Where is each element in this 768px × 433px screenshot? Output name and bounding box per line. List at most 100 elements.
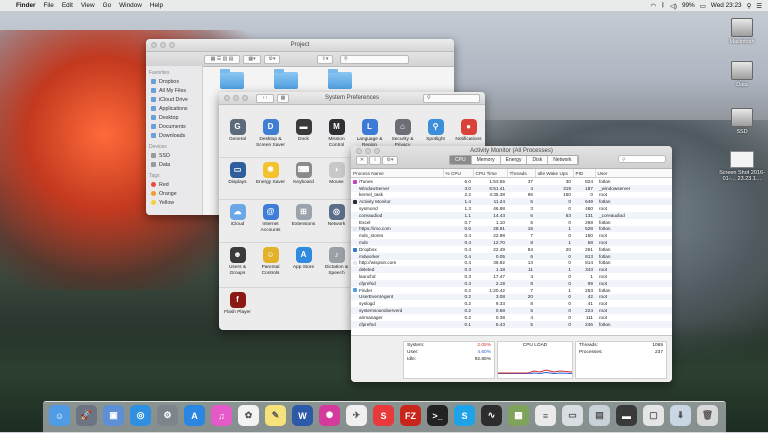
pane-notifications[interactable]: ● Notifications: [452, 119, 485, 143]
action-gear-button[interactable]: ⚙▾: [382, 156, 398, 165]
table-row[interactable]: systemsoundserverd 0.2 0.68 5 0 224 root: [351, 307, 672, 314]
zoom-button[interactable]: [242, 95, 248, 101]
folder-icon[interactable]: [328, 69, 352, 89]
tab-energy[interactable]: Energy: [500, 156, 528, 164]
tab-network[interactable]: Network: [548, 156, 578, 164]
notification-center-icon[interactable]: ☰: [756, 2, 762, 10]
clock[interactable]: Wed 23:23: [711, 2, 742, 9]
dock-activity-icon[interactable]: ▬: [616, 405, 637, 426]
pane-extensions[interactable]: ⊞ Extensions: [287, 204, 320, 228]
sidebar-item-icloud-drive[interactable]: iCloud Drive: [146, 95, 202, 104]
dock-safari-icon[interactable]: ◎: [130, 405, 151, 426]
table-row[interactable]: mdworker 0.4 0.05 6 0 813 fotlan: [351, 252, 672, 260]
table-row[interactable]: kernel_task 2.2 4:35.38 96 150 0 root: [351, 192, 672, 199]
dock-terminal-icon[interactable]: >_: [427, 405, 448, 426]
dock-finder-icon[interactable]: ☺: [49, 405, 70, 426]
sidebar-item-ssd[interactable]: SSD: [146, 151, 202, 160]
dock-sketch-icon[interactable]: S: [373, 405, 394, 426]
pane-energy-saver[interactable]: ✱ Energy Saver: [254, 162, 287, 186]
table-row[interactable]: http://wispsin.com 0.4 36.92 13 0 814 fotlan: [351, 260, 672, 267]
share-button[interactable]: ⇪▾: [317, 54, 333, 64]
table-row[interactable]: Excel 0.7 1.10 5 0 268 fotlan: [351, 219, 672, 226]
sidebar-tag-yellow[interactable]: Yellow: [146, 198, 202, 207]
dock-folder-icon[interactable]: ▤: [589, 405, 610, 426]
view-mode-switcher[interactable]: ▦ ☰ ▥ ▤: [204, 54, 240, 64]
table-row[interactable]: Activity Monitor 1.4 11.24 6 0 649 fotlan: [351, 198, 672, 206]
tab-cpu[interactable]: CPU: [450, 156, 472, 164]
column-threads[interactable]: Threads: [507, 169, 536, 178]
finder-titlebar[interactable]: Project: [146, 39, 454, 52]
pane-dictation-speech[interactable]: ♪ Dictation & Speech: [320, 247, 353, 276]
arrange-button[interactable]: ▦▾: [243, 54, 261, 64]
table-row[interactable]: Finder 0.2 1:20.42 7 1 253 fotlan: [351, 287, 672, 294]
table-row[interactable]: https://imo.com 0.6 28.91 15 1 528 fotlan: [351, 225, 672, 233]
table-row[interactable]: iTunes 6.0 1:53.55 37 30 824 fotlan: [351, 178, 672, 185]
sidebar-item-applications[interactable]: Applications: [146, 104, 202, 113]
column-idle-wake-ups[interactable]: Idle Wake Ups: [535, 169, 574, 178]
dock-downloads-icon[interactable]: ⬇: [670, 405, 691, 426]
search-field[interactable]: ⚲: [423, 93, 480, 103]
bluetooth-icon[interactable]: ᛒ: [661, 2, 665, 9]
dock-preview-icon[interactable]: ▣: [103, 405, 124, 426]
pane-flash-player[interactable]: f Flash Player: [221, 292, 254, 316]
minimize-button[interactable]: [160, 42, 166, 48]
pane-security-privacy[interactable]: ⌂ Security & Privacy: [386, 119, 419, 148]
sidebar-tag-red[interactable]: Red: [146, 180, 202, 189]
dock-filezilla-icon[interactable]: FZ: [400, 405, 421, 426]
column-pid[interactable]: PID: [573, 169, 596, 178]
table-row[interactable]: deleted 0.3 1.18 11 1 343 root: [351, 266, 672, 274]
menu-help[interactable]: Help: [146, 2, 167, 9]
table-row[interactable]: airmanager 0.2 0.38 4 0 111 root: [351, 314, 672, 321]
zoom-button[interactable]: [374, 148, 380, 154]
table-row[interactable]: WindowServer 3.0 6:51.41 4 319 187 _windowserv…: [351, 184, 672, 192]
back-forward-buttons[interactable]: ‹ ›: [256, 93, 274, 103]
pane-spotlight[interactable]: ⚲ Spotlight: [419, 119, 452, 143]
table-row[interactable]: mds 0.4 12.70 8 1 58 root: [351, 239, 672, 246]
action-gear-button[interactable]: ⚙▾: [264, 54, 280, 64]
tab-disk[interactable]: Disk: [527, 156, 549, 164]
table-row[interactable]: coreaudiod 1.1 14.43 6 63 131 _coreaudiod: [351, 211, 672, 219]
zoom-button[interactable]: [169, 42, 175, 48]
dock-document-icon[interactable]: ≡: [535, 405, 556, 426]
dock-screen-shot-icon[interactable]: ▭: [562, 405, 583, 426]
menu-edit[interactable]: Edit: [58, 2, 77, 9]
table-row[interactable]: launchd 0.3 17.47 4 0 1 root: [351, 273, 672, 280]
dock-launchpad-icon[interactable]: 🚀: [76, 405, 97, 426]
pane-network[interactable]: ◎ Network: [320, 204, 353, 228]
desktop-drive-macintosh[interactable]: Macintosh: [722, 18, 762, 45]
dock-flower-icon[interactable]: ✺: [319, 405, 340, 426]
minimize-button[interactable]: [233, 95, 239, 101]
dock-item-icon[interactable]: ▢: [643, 405, 664, 426]
dock-activity-monitor-icon[interactable]: ∿: [481, 405, 502, 426]
wifi-icon[interactable]: ◠: [650, 2, 656, 10]
dock-system-preferences-icon[interactable]: ⚙: [157, 405, 178, 426]
pane-keyboard[interactable]: ⌨ Keyboard: [287, 162, 320, 186]
pane-dock[interactable]: ▬ Dock: [287, 119, 320, 143]
dock-itunes-icon[interactable]: ♫: [211, 405, 232, 426]
dock-skype-icon[interactable]: S: [454, 405, 475, 426]
dock-send-icon[interactable]: ✈: [346, 405, 367, 426]
info-button[interactable]: i: [369, 156, 381, 165]
menu-window[interactable]: Window: [115, 2, 146, 9]
dock-image-icon[interactable]: ▦: [508, 405, 529, 426]
sidebar-item-dropbox[interactable]: Dropbox: [146, 77, 202, 86]
dock-word-icon[interactable]: W: [292, 405, 313, 426]
desktop-drive-ssd[interactable]: SSD: [722, 108, 762, 135]
table-row[interactable]: UserEventAgent 0.2 3.08 20 0 42 root: [351, 293, 672, 301]
pane-parental-controls[interactable]: ☺ Parental Controls: [254, 247, 287, 276]
pane-internet-accounts[interactable]: @ Internet Accounts: [254, 204, 287, 233]
dock-photos-icon[interactable]: ✿: [238, 405, 259, 426]
pane-desktop-screen-saver[interactable]: D Desktop & Screen Saver: [254, 119, 287, 148]
column-process-name[interactable]: Process Name: [351, 169, 444, 178]
column-cpu-time[interactable]: CPU Time: [473, 169, 508, 178]
volume-icon[interactable]: ◁): [670, 2, 677, 10]
sidebar-tag-orange[interactable]: Orange: [146, 189, 202, 198]
column-cpu[interactable]: % CPU: [443, 169, 474, 178]
desktop-screenshot-file[interactable]: Screen Shot 2016-01-… 23.23.1…: [718, 151, 766, 182]
close-button[interactable]: [356, 148, 362, 154]
spotlight-icon[interactable]: ⚲: [747, 2, 752, 10]
sidebar-item-data[interactable]: Data: [146, 160, 202, 169]
battery-icon[interactable]: ▭: [700, 2, 706, 10]
dock-trash-icon[interactable]: 🗑: [697, 405, 718, 426]
minimize-button[interactable]: [365, 148, 371, 154]
